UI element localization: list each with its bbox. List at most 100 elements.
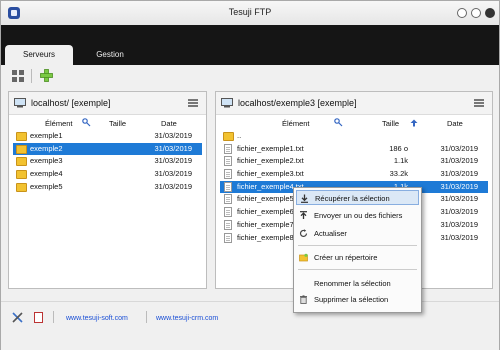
left-file-panel: localhost/ [exemple] Élément Taille Date… xyxy=(8,91,207,289)
tab-serveurs[interactable]: Serveurs xyxy=(5,45,73,65)
menu-item-label: Envoyer un ou des fichiers xyxy=(314,211,403,220)
list-item[interactable]: exemple4 31/03/2019 xyxy=(13,168,202,181)
item-date: 31/03/2019 xyxy=(154,131,192,140)
menu-item-label: Actualiser xyxy=(314,229,347,238)
item-name: exemple1 xyxy=(30,131,63,140)
list-item[interactable]: fichier_exemple2.txt 1.1k 31/03/2019 xyxy=(220,155,488,168)
tab-gestion[interactable]: Gestion xyxy=(81,45,139,65)
menu-separator xyxy=(298,269,417,270)
column-header-size[interactable]: Taille xyxy=(109,119,126,128)
link-tesuji-soft[interactable]: www.tesuji-soft.com xyxy=(66,315,128,322)
maximize-button[interactable] xyxy=(471,8,481,18)
folder-icon xyxy=(223,132,234,141)
text-file-icon xyxy=(224,194,232,205)
sort-ascending-icon[interactable] xyxy=(410,119,418,127)
menu-item-label: Renommer la sélection xyxy=(314,279,391,288)
item-date: 31/03/2019 xyxy=(154,156,192,166)
pdf-icon[interactable] xyxy=(34,312,43,323)
computer-icon xyxy=(221,98,233,108)
folder-icon xyxy=(16,170,27,180)
new-folder-icon xyxy=(299,253,308,262)
text-file-icon xyxy=(224,232,232,243)
left-panel-header: localhost/ [exemple] xyxy=(9,92,206,115)
status-divider xyxy=(146,311,147,323)
text-file-icon xyxy=(224,156,232,167)
item-date: 31/03/2019 xyxy=(440,219,478,229)
item-size: 1.1k xyxy=(393,156,408,166)
toolbar xyxy=(1,65,499,87)
column-header-name[interactable]: Élément xyxy=(282,119,310,128)
item-size: 186 o xyxy=(389,143,408,153)
close-button[interactable] xyxy=(485,8,495,18)
title-bar: Tesuji FTP xyxy=(1,1,499,26)
text-file-icon xyxy=(224,169,232,180)
item-date: 31/03/2019 xyxy=(440,143,478,153)
text-file-icon xyxy=(224,219,232,230)
text-file-icon xyxy=(224,181,232,192)
column-header-name[interactable]: Élément xyxy=(45,119,73,128)
tools-icon[interactable] xyxy=(12,312,23,323)
item-name: fichier_exemple3.txt xyxy=(237,169,304,179)
computer-icon xyxy=(14,98,26,108)
add-icon[interactable] xyxy=(40,69,53,82)
menu-item-label: Créer un répertoire xyxy=(314,253,378,262)
right-panel-header: localhost/exemple3 [exemple] xyxy=(216,92,492,115)
column-header-date[interactable]: Date xyxy=(447,119,463,128)
folder-icon xyxy=(16,182,27,192)
hamburger-menu-icon[interactable] xyxy=(188,99,198,107)
context-menu: Récupérer la sélection Envoyer un ou des… xyxy=(293,187,422,313)
minimize-button[interactable] xyxy=(457,8,467,18)
key-icon xyxy=(82,118,91,127)
item-name: exemple5 xyxy=(30,181,63,191)
folder-icon xyxy=(16,157,27,167)
folder-icon xyxy=(16,132,27,141)
grid-view-icon[interactable] xyxy=(12,70,24,82)
item-name: fichier_exemple1.txt xyxy=(237,143,304,153)
column-header-date[interactable]: Date xyxy=(161,119,177,128)
item-name: exemple3 xyxy=(30,156,63,166)
list-item[interactable]: exemple3 31/03/2019 xyxy=(13,155,202,168)
tab-bar: Serveurs Gestion xyxy=(1,25,499,65)
item-date: 31/03/2019 xyxy=(440,194,478,204)
folder-icon xyxy=(16,144,27,154)
key-icon xyxy=(334,118,343,127)
item-name: fichier_exemple2.txt xyxy=(237,156,304,166)
status-divider xyxy=(53,311,54,323)
text-file-icon xyxy=(224,143,232,154)
item-date: 31/03/2019 xyxy=(440,169,478,179)
menu-item-delete-selection[interactable]: Supprimer la sélection xyxy=(296,292,419,307)
list-item-parent[interactable]: .. xyxy=(220,130,488,143)
right-panel-title: localhost/exemple3 [exemple] xyxy=(238,98,357,108)
menu-item-create-folder[interactable]: Créer un répertoire xyxy=(296,250,419,265)
menu-item-download-selection[interactable]: Récupérer la sélection xyxy=(296,190,419,205)
list-item[interactable]: fichier_exemple3.txt 33.2k 31/03/2019 xyxy=(220,168,488,181)
item-date: 31/03/2019 xyxy=(440,156,478,166)
left-panel-title: localhost/ [exemple] xyxy=(31,98,111,108)
item-date: 31/03/2019 xyxy=(440,232,478,242)
list-item[interactable]: exemple1 31/03/2019 xyxy=(13,130,202,143)
menu-item-rename-selection[interactable]: Renommer la sélection xyxy=(296,276,419,291)
item-name: exemple4 xyxy=(30,169,63,179)
hamburger-menu-icon[interactable] xyxy=(474,99,484,107)
window-title: Tesuji FTP xyxy=(228,7,272,17)
item-date: 31/03/2019 xyxy=(154,143,192,153)
text-file-icon xyxy=(224,207,232,218)
list-item[interactable]: exemple5 31/03/2019 xyxy=(13,181,202,194)
left-file-list: exemple1 31/03/2019 exemple2 31/03/2019 … xyxy=(13,130,202,193)
column-header-size[interactable]: Taille xyxy=(382,119,399,128)
item-date: 31/03/2019 xyxy=(154,169,192,179)
download-icon xyxy=(301,194,308,203)
trash-icon xyxy=(300,295,307,304)
item-name: exemple2 xyxy=(30,143,63,153)
item-date: 31/03/2019 xyxy=(440,181,478,191)
menu-separator xyxy=(298,245,417,246)
item-name: .. xyxy=(237,131,242,140)
menu-item-refresh[interactable]: Actualiser xyxy=(296,226,419,241)
item-date: 31/03/2019 xyxy=(154,181,192,191)
item-size: 33.2k xyxy=(389,169,408,179)
menu-item-upload-files[interactable]: Envoyer un ou des fichiers xyxy=(296,208,419,223)
link-tesuji-crm[interactable]: www.tesuji-crm.com xyxy=(156,315,218,322)
list-item[interactable]: fichier_exemple1.txt 186 o 31/03/2019 xyxy=(220,143,488,156)
status-bar: www.tesuji-soft.com www.tesuji-crm.com xyxy=(1,301,499,350)
list-item-selected[interactable]: exemple2 31/03/2019 xyxy=(13,142,202,156)
